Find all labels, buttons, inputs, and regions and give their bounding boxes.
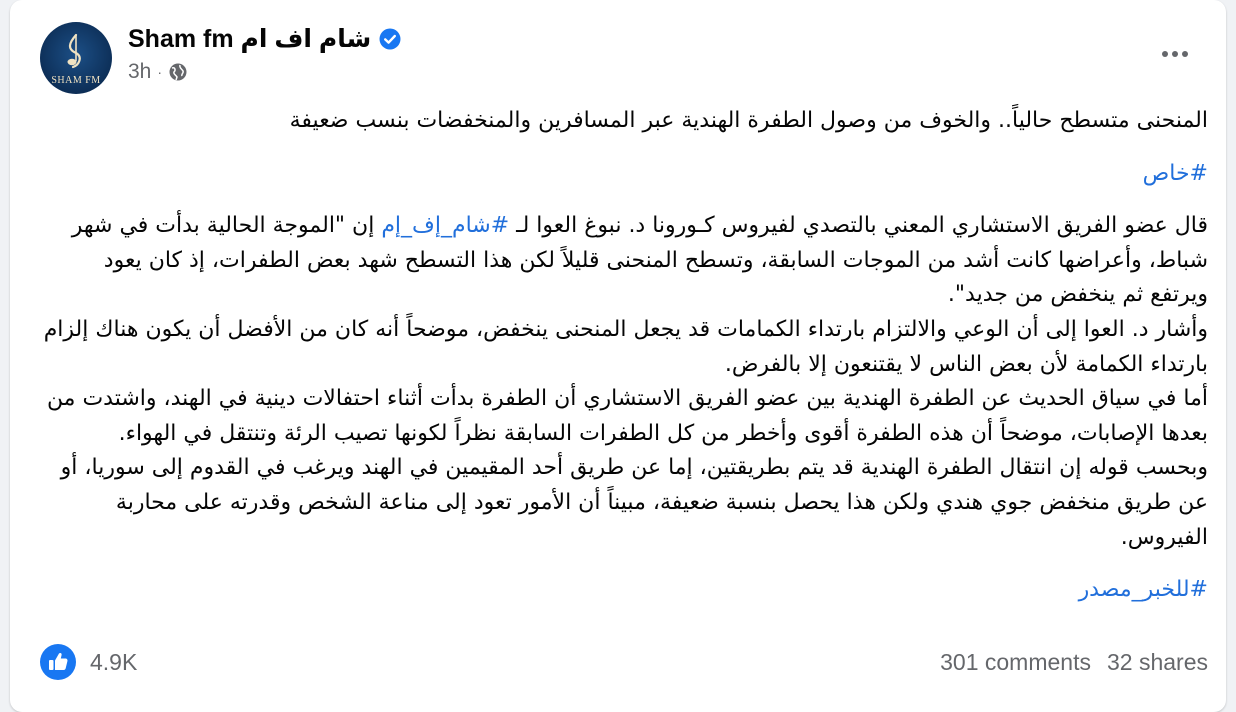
- avatar-logo-text: SHAM FM: [51, 74, 101, 86]
- more-options-icon[interactable]: [1155, 36, 1195, 72]
- paragraph-1-prefix: قال عضو الفريق الاستشاري المعني بالتصدي …: [509, 213, 1208, 239]
- reaction-count: 4.9K: [90, 648, 138, 675]
- more-dot: [1182, 51, 1188, 57]
- shares-count[interactable]: 32 shares: [1107, 649, 1208, 676]
- more-dot: [1162, 51, 1168, 57]
- post-text: المنحنى متسطح حالياً.. والخوف من وصول ال…: [40, 104, 1208, 608]
- like-icon: [40, 644, 76, 680]
- hashtag-source[interactable]: #للخبر_مصدر: [40, 573, 1208, 608]
- engagement-counts: 301 comments 32 shares: [940, 649, 1208, 676]
- more-dot: [1172, 51, 1178, 57]
- post-header: Sham fm شام اف ام: [128, 22, 401, 56]
- post-footer: 4.9K 301 comments 32 shares: [40, 640, 1208, 684]
- post-timestamp[interactable]: 3h: [128, 60, 151, 84]
- post-card: SHAM FM Sham fm شام اف ام 3h · المنحنى م…: [10, 0, 1226, 712]
- post-paragraph-1: قال عضو الفريق الاستشاري المعني بالتصدي …: [40, 209, 1208, 313]
- post-headline: المنحنى متسطح حالياً.. والخوف من وصول ال…: [289, 108, 1208, 133]
- globe-icon[interactable]: [168, 62, 188, 82]
- post-paragraph-2: وأشار د. العوا إلى أن الوعي والالتزام با…: [43, 316, 1208, 377]
- page-avatar[interactable]: SHAM FM: [40, 22, 112, 94]
- post-paragraph-4: وبحسب قوله إن انتقال الطفرة الهندية قد ي…: [60, 455, 1208, 550]
- verified-badge-icon: [379, 28, 401, 50]
- sham-fm-logo-icon: [67, 33, 81, 68]
- post-paragraph-3: أما في سياق الحديث عن الطفرة الهندية بين…: [46, 386, 1208, 446]
- page-name[interactable]: Sham fm شام اف ام: [128, 24, 371, 54]
- meta-separator: ·: [157, 64, 163, 80]
- hashtag-khas[interactable]: #خاص: [40, 157, 1208, 192]
- comments-count[interactable]: 301 comments: [940, 649, 1091, 676]
- hashtag-sham-fm[interactable]: #شام_إف_إم: [381, 213, 509, 238]
- reactions-summary[interactable]: 4.9K: [40, 644, 137, 680]
- post-meta: 3h ·: [128, 58, 188, 86]
